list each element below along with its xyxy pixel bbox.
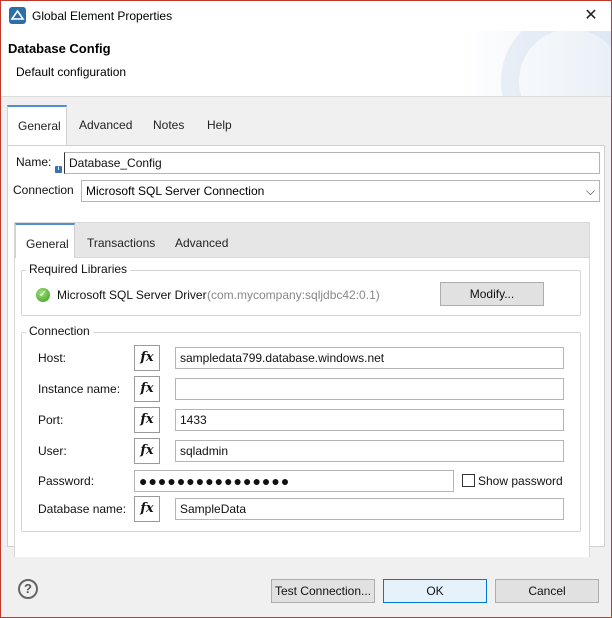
required-libraries-legend: Required Libraries [26,262,131,276]
password-input[interactable]: ●●●●●●●●●●●●●●●● [134,470,454,492]
instance-name-input[interactable] [175,378,564,400]
fx-instance-icon[interactable]: fx [134,376,160,402]
header-subtitle: Default configuration [16,65,127,79]
tab-general[interactable]: General [7,105,67,145]
app-icon [9,7,26,24]
fx-user-icon[interactable]: fx [134,438,160,464]
database-name-label: Database name: [38,502,127,516]
check-ok-icon: ✓ [36,288,50,302]
main-tab-bar: General Advanced Notes Help [7,105,605,145]
cancel-button[interactable]: Cancel [495,579,599,603]
show-password-checkbox[interactable] [462,474,475,487]
tab-notes[interactable]: Notes [143,105,194,145]
help-icon[interactable]: ? [18,579,38,599]
driver-name: Microsoft SQL Server Driver [57,288,207,302]
close-button[interactable]: ✕ [579,4,603,28]
inner-tab-bar: General Transactions Advanced [14,222,590,259]
show-password-label: Show password [478,474,563,488]
driver-coordinates: (com.mycompany:sqljdbc42:0.1) [207,288,380,302]
inner-tab-general[interactable]: General [15,223,75,259]
info-icon: i [55,166,62,173]
window-title: Global Element Properties [32,9,173,23]
ok-button[interactable]: OK [383,579,487,603]
dialog-window: Global Element Properties ✕ Database Con… [0,0,612,618]
user-label: User: [38,444,67,458]
user-input[interactable] [175,440,564,462]
dialog-body: General Advanced Notes Help Name: i Conn… [1,97,611,558]
tab-advanced[interactable]: Advanced [69,105,142,145]
dialog-header: Database Config Default configuration [1,31,611,97]
host-input[interactable] [175,347,564,369]
connection-select-value: Microsoft SQL Server Connection [86,184,265,198]
required-libraries-group: Required Libraries ✓ Microsoft SQL Serve… [21,262,581,316]
database-name-input[interactable] [175,498,564,520]
connection-select[interactable]: Microsoft SQL Server Connection ⌵ [81,180,600,202]
port-input[interactable] [175,409,564,431]
connection-group: Connection Host: fx Instance name: fx Po… [21,324,581,532]
inner-tab-advanced[interactable]: Advanced [165,223,238,259]
instance-name-label: Instance name: [38,382,121,396]
inner-tab-transactions[interactable]: Transactions [77,223,165,259]
connection-group-legend: Connection [26,324,93,338]
test-connection-button[interactable]: Test Connection... [271,579,375,603]
dialog-footer: ? Test Connection... OK Cancel [1,557,611,617]
header-title: Database Config [8,41,111,56]
general-tab-panel: Name: i Connection Microsoft SQL Server … [7,145,605,558]
inner-general-panel: Required Libraries ✓ Microsoft SQL Serve… [14,258,590,558]
name-label: Name: [16,155,52,169]
port-label: Port: [38,413,64,427]
fx-database-icon[interactable]: fx [134,496,160,522]
host-label: Host: [38,351,67,365]
connection-section: General Transactions Advanced Required L… [8,212,604,558]
connection-label: Connection [13,183,74,197]
header-decoration [501,31,611,96]
fx-port-icon[interactable]: fx [134,407,160,433]
tab-help[interactable]: Help [197,105,242,145]
name-input[interactable] [64,152,600,174]
chevron-down-icon[interactable]: ⌵ [586,181,595,201]
password-label: Password: [38,474,95,488]
title-bar: Global Element Properties ✕ [1,1,611,31]
modify-button[interactable]: Modify... [440,282,544,306]
fx-host-icon[interactable]: fx [134,345,160,371]
